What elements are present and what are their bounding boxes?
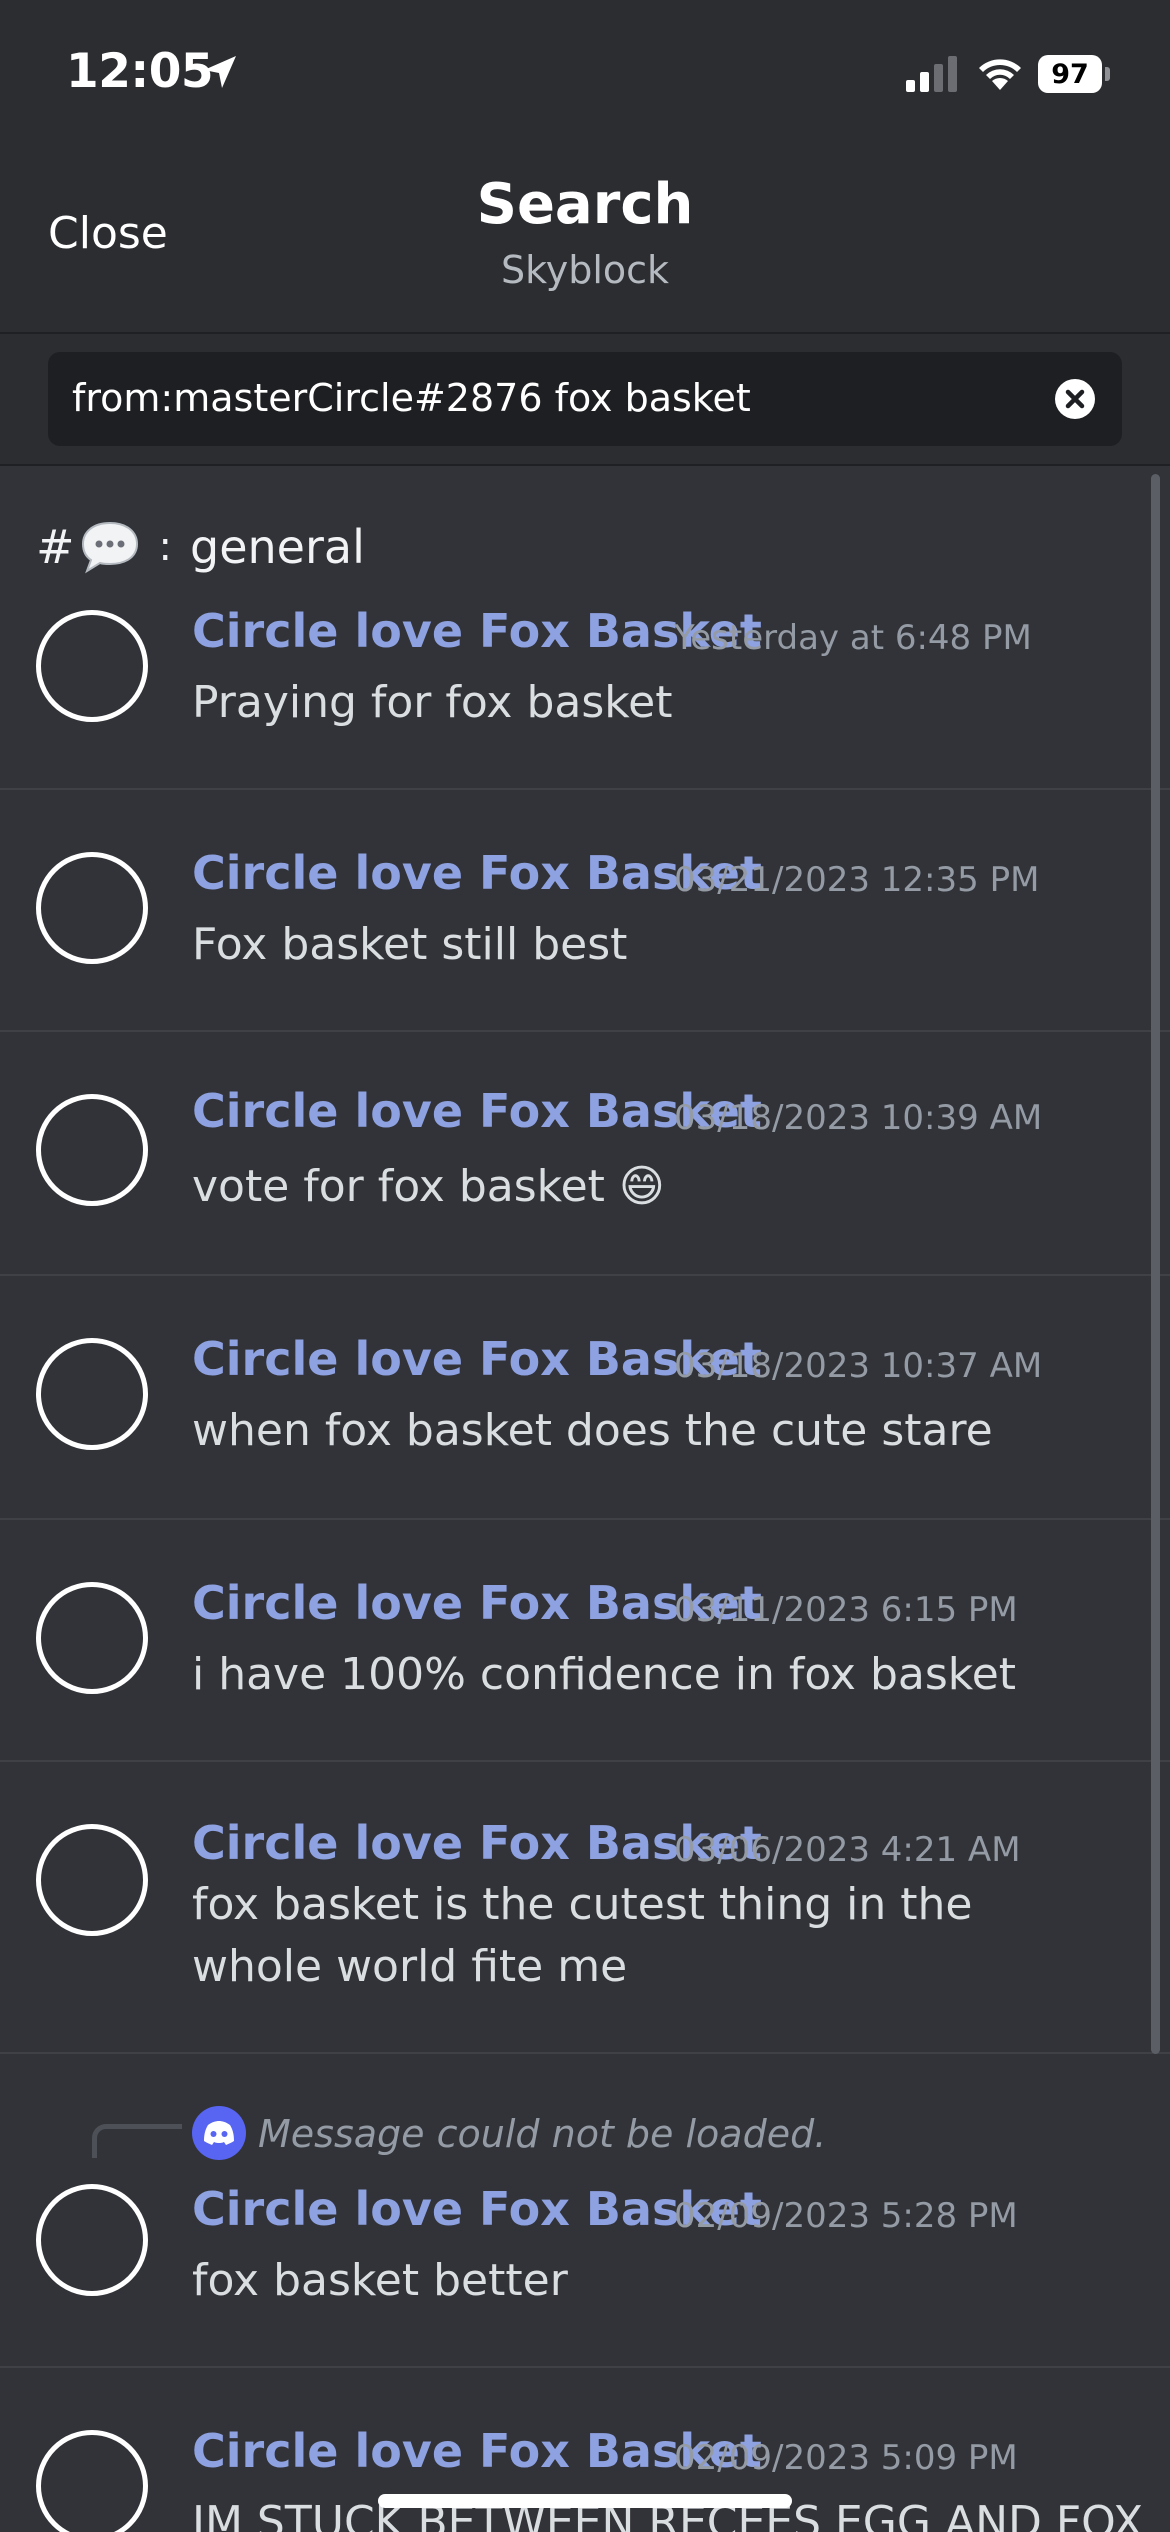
wifi-icon <box>979 59 1021 90</box>
battery-indicator: 97 <box>1038 55 1110 93</box>
home-indicator[interactable] <box>378 2494 792 2508</box>
search-result-item[interactable]: Circle love Fox Basket 03/18/2023 10:37 … <box>0 1276 1170 1518</box>
search-result-item[interactable]: Circle love Fox Basket 03/11/2023 6:15 P… <box>0 1520 1170 1762</box>
avatar[interactable] <box>36 610 148 722</box>
message-content: Praying for fox basket <box>192 677 673 728</box>
search-result-item[interactable]: Circle love Fox Basket 03/21/2023 12:35 … <box>0 790 1170 1032</box>
scrollbar[interactable] <box>1151 474 1160 2054</box>
avatar[interactable] <box>36 852 148 964</box>
search-result-item[interactable]: Circle love Fox Basket 03/06/2023 4:21 A… <box>0 1762 1170 2054</box>
search-result-item[interactable]: Message could not be loaded. Circle love… <box>0 2054 1170 2366</box>
page-title: Search <box>476 172 694 237</box>
search-results: # : general Circle love Fox Basket Yeste… <box>0 466 1170 2532</box>
message-content: Fox basket still best <box>192 919 628 970</box>
message-content: when fox basket does the cute stare <box>192 1405 993 1456</box>
status-time: 12:05 <box>66 44 214 99</box>
avatar[interactable] <box>36 1824 148 1936</box>
avatar[interactable] <box>36 2184 148 2296</box>
battery-tip <box>1105 67 1110 81</box>
message-timestamp: 03/06/2023 4:21 AM <box>674 1830 1021 1870</box>
message-timestamp: 02/09/2023 5:28 PM <box>674 2196 1018 2236</box>
reply-connector <box>92 2124 182 2158</box>
message-timestamp: 03/18/2023 10:37 AM <box>674 1346 1043 1386</box>
message-timestamp: 03/11/2023 6:15 PM <box>674 1590 1018 1630</box>
reply-preview[interactable]: Message could not be loaded. <box>258 2112 826 2156</box>
clear-search-icon[interactable] <box>1054 378 1096 420</box>
message-timestamp: 02/09/2023 5:09 PM <box>674 2438 1018 2478</box>
location-arrow-icon <box>204 56 236 88</box>
search-bar-container: from:masterCircle#2876 fox basket <box>0 334 1170 464</box>
avatar[interactable] <box>36 1582 148 1694</box>
message-content: fox basket better <box>192 2255 568 2306</box>
search-result-item[interactable]: Circle love Fox Basket 03/18/2023 10:39 … <box>0 1032 1170 1274</box>
message-content: i have 100% confidence in fox basket <box>192 1649 1017 1700</box>
page-subtitle: Skyblock <box>500 248 670 292</box>
avatar[interactable] <box>36 1094 148 1206</box>
battery-level: 97 <box>1038 55 1102 93</box>
message-content: fox basket is the cutest thing in the wh… <box>192 1879 973 1992</box>
avatar[interactable] <box>36 1338 148 1450</box>
discord-logo-icon <box>192 2106 246 2160</box>
cellular-signal-icon <box>906 56 957 92</box>
top-bar: 12:05 97 Close Search Skyblock <box>0 0 1170 332</box>
message-timestamp: Yesterday at 6:48 PM <box>674 618 1032 658</box>
status-bar: 12:05 97 <box>0 0 1170 150</box>
avatar[interactable] <box>36 2430 148 2532</box>
search-input[interactable]: from:masterCircle#2876 fox basket <box>48 352 1122 446</box>
search-result-item[interactable]: Circle love Fox Basket Yesterday at 6:48… <box>0 466 1170 790</box>
search-query[interactable]: from:masterCircle#2876 fox basket <box>72 376 751 420</box>
message-timestamp: 03/21/2023 12:35 PM <box>674 860 1040 900</box>
message-timestamp: 03/18/2023 10:39 AM <box>674 1098 1043 1138</box>
message-content: vote for fox basket 😄 <box>192 1161 665 1212</box>
